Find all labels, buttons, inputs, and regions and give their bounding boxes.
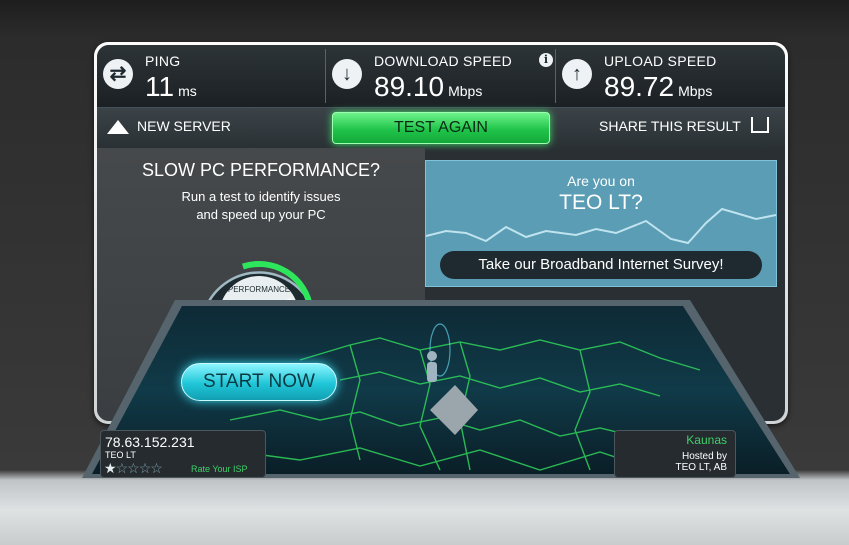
ad-line-1: Run a test to identify issues xyxy=(181,189,341,204)
server-city: Kaunas xyxy=(686,433,727,447)
ping-label: PING xyxy=(145,53,181,69)
action-bar: NEW SERVER TEST AGAIN SHARE THIS RESULT xyxy=(97,108,785,148)
gauge-hub xyxy=(254,311,264,321)
info-icon[interactable]: i xyxy=(539,53,553,67)
stats-bar: ⇄ PING 11 ms ↓ DOWNLOAD SPEED i 89.10 Mbps… xyxy=(97,45,785,108)
upload-stat: ↑ UPLOAD SPEED 89.72 Mbps xyxy=(556,45,785,107)
download-number: 89.10 xyxy=(374,71,445,102)
gauge-label: PERFORMANCE xyxy=(228,285,290,294)
new-server-label: NEW SERVER xyxy=(137,118,231,134)
share-result-button[interactable]: SHARE THIS RESULT xyxy=(599,117,769,135)
gauge-min-label: Min xyxy=(223,319,236,328)
ad-title: SLOW PC PERFORMANCE? xyxy=(141,160,381,180)
share-icon xyxy=(750,117,769,134)
star-icon[interactable]: ☆ xyxy=(116,460,129,476)
survey-isp-name: TEO LT? xyxy=(559,191,643,214)
star-icon[interactable]: ☆ xyxy=(150,460,163,476)
isp-survey-ad[interactable]: Are you on TEO LT? Take our Broadband In… xyxy=(425,160,777,287)
survey-button[interactable]: Take our Broadband Internet Survey! xyxy=(440,251,762,279)
upload-number: 89.72 xyxy=(604,71,675,102)
star-icon[interactable]: ☆ xyxy=(127,460,140,476)
upload-label: UPLOAD SPEED xyxy=(604,53,717,69)
ping-number: 11 xyxy=(145,71,175,102)
upload-value: 89.72 Mbps xyxy=(604,71,712,103)
ping-unit: ms xyxy=(178,83,197,99)
download-unit: Mbps xyxy=(448,83,483,99)
download-value: 89.10 Mbps xyxy=(374,71,482,103)
performance-gauge: PERFORMANCE Min Max xyxy=(202,260,316,328)
ping-value: 11 ms xyxy=(145,71,197,103)
upload-unit: Mbps xyxy=(678,83,713,99)
download-label: DOWNLOAD SPEED xyxy=(374,53,512,69)
client-isp: TEO LT xyxy=(105,450,136,460)
client-info: 78.63.152.231 TEO LT ★☆☆☆☆ Rate Your ISP xyxy=(100,430,266,478)
server-info: Kaunas Hosted by TEO LT, AB xyxy=(614,430,736,478)
star-icon[interactable]: ☆ xyxy=(139,460,152,476)
host-name: TEO LT, AB xyxy=(675,462,728,473)
hosted-by-label: Hosted by xyxy=(681,451,727,462)
share-label: SHARE THIS RESULT xyxy=(599,118,741,134)
survey-question: Are you on xyxy=(567,173,635,189)
upload-arrow-icon: ↑ xyxy=(562,59,592,89)
ad-line-2: and speed up your PC xyxy=(196,207,326,222)
client-ip: 78.63.152.231 xyxy=(105,434,195,450)
download-stat: ↓ DOWNLOAD SPEED i 89.10 Mbps xyxy=(326,45,555,107)
gauge-max-label: Max xyxy=(281,319,296,328)
new-server-button[interactable]: NEW SERVER xyxy=(107,118,231,135)
ping-stat: ⇄ PING 11 ms xyxy=(97,45,325,107)
test-again-button[interactable]: TEST AGAIN xyxy=(332,112,550,144)
ping-arrows-icon: ⇄ xyxy=(103,59,133,89)
rate-isp-link[interactable]: Rate Your ISP xyxy=(191,464,248,474)
download-arrow-icon: ↓ xyxy=(332,59,362,89)
ad-subtitle: Run a test to identify issues and speed u… xyxy=(97,188,425,224)
new-server-icon xyxy=(107,120,129,135)
star-icon[interactable]: ★ xyxy=(104,460,117,476)
isp-rating-stars[interactable]: ★☆☆☆☆ xyxy=(104,460,163,477)
start-now-button[interactable]: START NOW xyxy=(181,363,337,401)
